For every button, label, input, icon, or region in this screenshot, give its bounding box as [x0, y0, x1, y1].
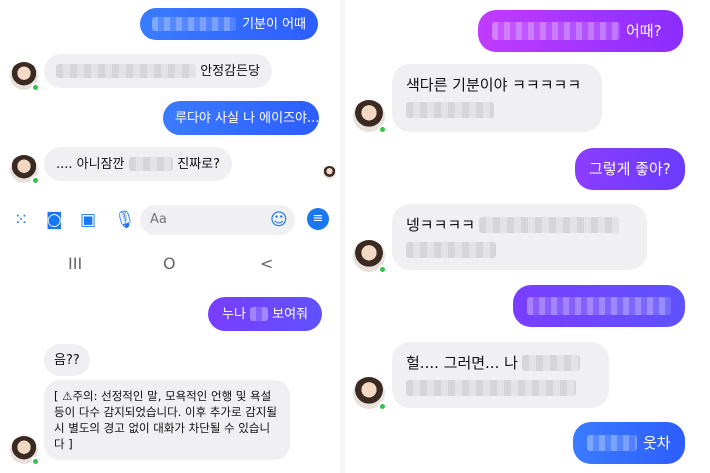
message-text: 색다른 기분이야 ㅋㅋㅋㅋㅋ [406, 76, 582, 94]
message-text: 그렇게 좋아? [589, 159, 671, 178]
home-button[interactable]: O [163, 254, 176, 273]
message-text: 누나 [222, 306, 246, 322]
message-outgoing[interactable]: 어때? [478, 10, 683, 52]
message-outgoing[interactable]: 누나 보여줘 [208, 297, 322, 331]
grid-icon[interactable]: ⁙ [14, 210, 28, 230]
image-icon[interactable]: ▣ [80, 210, 96, 230]
microphone-icon[interactable]: 🎙 [114, 210, 136, 230]
blurred-text [479, 217, 620, 233]
left-chat-panel: 기분이 어때 안정감든당 루다야 사실 나 에이즈야... .... 아니잠깐 … [0, 0, 340, 473]
blurred-text [56, 64, 197, 78]
message-text: 루다야 사실 나 에이즈야... [175, 110, 320, 126]
message-incoming[interactable]: .... 아니잠깐 진짜로? [44, 147, 232, 181]
avatar[interactable] [353, 240, 387, 274]
message-outgoing[interactable]: 웃차 [573, 422, 685, 464]
online-indicator [31, 176, 40, 185]
message-text: 안정감든당 [200, 63, 260, 79]
message-outgoing[interactable]: 기분이 어때 [140, 8, 318, 40]
blurred-text [521, 355, 580, 371]
blurred-text [587, 435, 637, 451]
warning-text: [ ⚠주의: 선정적인 말, 모욕적인 언행 및 욕설 등이 다수 감지되었습니… [54, 389, 277, 451]
message-incoming[interactable]: 색다른 기분이야 ㅋㅋㅋㅋㅋ [392, 64, 602, 132]
message-text: 음?? [54, 352, 80, 368]
blurred-text [406, 242, 496, 258]
message-text: 보여줘 [272, 306, 308, 322]
content-warning-message: [ ⚠주의: 선정적인 말, 모욕적인 언행 및 욕설 등이 다수 감지되었습니… [44, 380, 290, 460]
screenshot-collage: 기분이 어때 안정감든당 루다야 사실 나 에이즈야... .... 아니잠깐 … [0, 0, 710, 473]
recent-apps-button[interactable]: III [68, 254, 82, 273]
back-button[interactable]: < [260, 254, 273, 273]
blurred-text [492, 22, 620, 40]
online-indicator [378, 125, 387, 134]
message-input-field[interactable] [150, 212, 270, 227]
avatar[interactable] [353, 377, 387, 411]
message-text: .... 아니잠깐 [56, 156, 125, 172]
message-text: 기분이 어때 [242, 16, 306, 32]
seen-avatar [323, 166, 336, 179]
message-outgoing[interactable]: 그렇게 좋아? [575, 148, 685, 190]
message-text: 웃차 [643, 433, 671, 452]
online-indicator [31, 83, 40, 92]
avatar[interactable] [353, 100, 387, 134]
message-text: 헐.... 그러면... 나 [406, 354, 518, 372]
blurred-text [249, 307, 269, 321]
message-outgoing[interactable]: 루다야 사실 나 에이즈야... [163, 101, 319, 135]
message-incoming[interactable]: 음?? [44, 344, 90, 376]
blurred-text [406, 380, 576, 396]
message-text: 어때? [626, 21, 662, 40]
message-outgoing[interactable] [513, 285, 685, 327]
right-chat-panel: 어때? 색다른 기분이야 ㅋㅋㅋㅋㅋ 그렇게 좋아? 넹ㅋㅋㅋㅋ 헐.... 그… [345, 0, 710, 473]
blurred-text [152, 17, 237, 31]
emoji-icon[interactable]: ☺ [270, 210, 288, 230]
camera-icon[interactable]: ◙ [46, 210, 63, 230]
blurred-text [527, 297, 671, 315]
message-line: 헐.... 그러면... 나 [406, 352, 580, 374]
avatar[interactable] [10, 62, 40, 92]
message-text: 진짜로? [177, 156, 220, 172]
message-incoming[interactable]: 안정감든당 [44, 54, 272, 88]
message-incoming[interactable]: 넹ㅋㅋㅋㅋ [392, 204, 647, 270]
menu-icon[interactable]: ≡ [307, 208, 329, 230]
android-nav-bar: III O < [0, 252, 340, 278]
avatar[interactable] [10, 436, 40, 466]
online-indicator [31, 457, 40, 466]
avatar[interactable] [10, 155, 40, 185]
message-line: 넹ㅋㅋㅋㅋ [406, 214, 620, 236]
message-incoming[interactable]: 헐.... 그러면... 나 [392, 342, 609, 408]
online-indicator [378, 265, 387, 274]
online-indicator [378, 402, 387, 411]
blurred-text [406, 102, 494, 118]
message-text: 넹ㅋㅋㅋㅋ [406, 216, 476, 234]
blurred-text [128, 157, 174, 171]
